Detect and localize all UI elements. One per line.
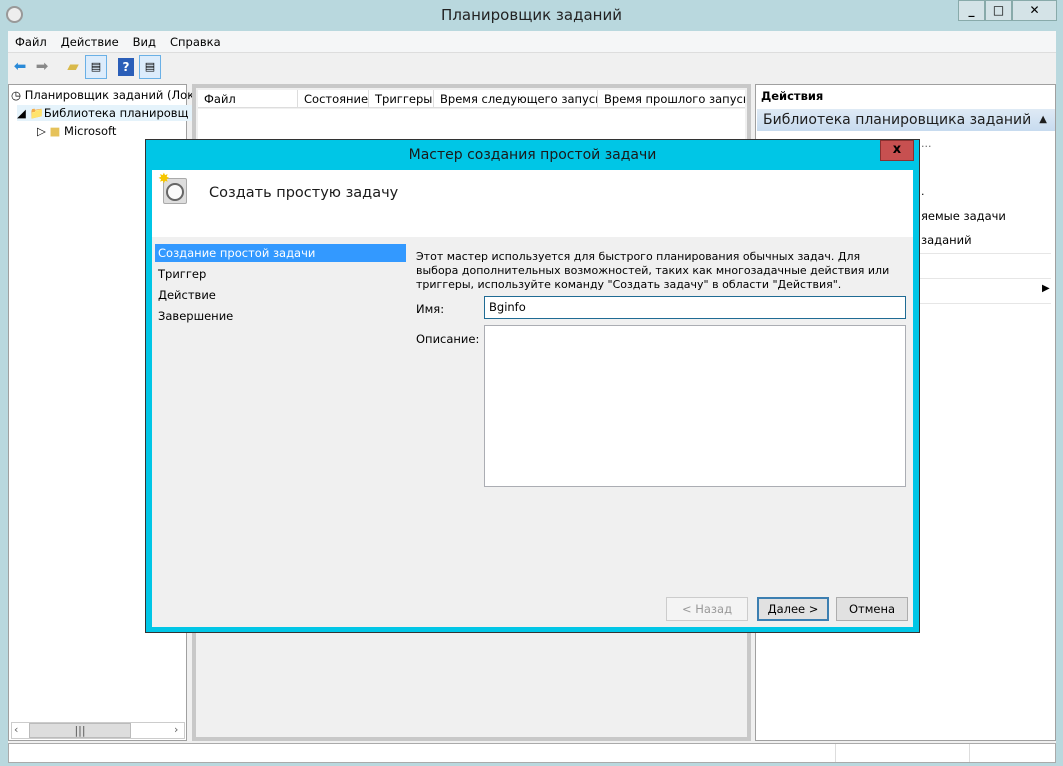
forward-icon[interactable]: ➡: [31, 55, 53, 79]
close-button[interactable]: ✕: [1012, 0, 1057, 21]
name-label: Имя:: [416, 302, 445, 316]
col-last-run[interactable]: Время прошлого запуска: [598, 90, 745, 107]
tree-root[interactable]: ◷ Планировщик заданий (Лок: [11, 87, 194, 103]
scroll-right-icon[interactable]: ›: [174, 723, 178, 736]
menu-view[interactable]: Вид: [126, 31, 163, 53]
dialog-body: ✸ Создать простую задачу Создание просто…: [152, 170, 913, 627]
wizard-description: Этот мастер используется для быстрого пл…: [416, 250, 890, 291]
horizontal-scrollbar[interactable]: ‹ ||| ›: [11, 722, 185, 739]
description-input[interactable]: [484, 325, 906, 487]
up-folder-icon[interactable]: ▰: [62, 55, 84, 79]
column-header: Файл Состояние Триггеры Время следующего за…: [198, 90, 745, 108]
menu-action[interactable]: Действие: [54, 31, 126, 53]
menu-file[interactable]: Файл: [8, 31, 54, 53]
wizard-dialog: Мастер создания простой задачи x ✸ Созда…: [145, 139, 920, 633]
actions-header: Действия: [761, 89, 824, 103]
window-title: Планировщик заданий: [441, 6, 622, 24]
back-button[interactable]: < Назад: [666, 597, 748, 621]
dialog-title: Мастер создания простой задачи: [408, 147, 657, 163]
description-label: Описание:: [416, 332, 480, 346]
menu-bar: Файл Действие Вид Справка: [8, 31, 1056, 53]
col-file[interactable]: Файл: [198, 90, 298, 107]
maximize-button[interactable]: □: [985, 0, 1012, 21]
scroll-thumb[interactable]: |||: [29, 723, 131, 738]
window-title-bar: Планировщик заданий: [0, 0, 1063, 31]
show-hide-action-pane-icon[interactable]: ▤: [139, 55, 161, 79]
col-triggers[interactable]: Триггеры: [369, 90, 434, 107]
dialog-header: ✸ Создать простую задачу: [152, 170, 913, 237]
tree-microsoft[interactable]: ▷ ■ Microsoft: [37, 123, 116, 139]
action-item[interactable]: заданий: [921, 233, 972, 247]
cancel-button[interactable]: Отмена: [836, 597, 908, 621]
submenu-arrow-icon[interactable]: ▶: [1042, 283, 1050, 294]
action-item[interactable]: .: [921, 185, 925, 198]
show-hide-tree-icon[interactable]: ▤: [85, 55, 107, 79]
scroll-left-icon[interactable]: ‹: [14, 723, 18, 736]
action-item[interactable]: ...: [921, 137, 932, 150]
step-action[interactable]: Действие: [155, 286, 405, 304]
step-create[interactable]: Создание простой задачи: [155, 244, 406, 262]
name-input[interactable]: Bginfo: [484, 296, 906, 319]
col-next-run[interactable]: Время следующего запуска: [434, 90, 598, 107]
status-bar: [8, 743, 1056, 763]
dialog-heading: Создать простую задачу: [209, 185, 399, 201]
next-button[interactable]: Далее >: [757, 597, 829, 621]
menu-help[interactable]: Справка: [163, 31, 228, 53]
action-item[interactable]: яемые задачи: [921, 209, 1006, 223]
back-icon[interactable]: ⬅: [9, 55, 31, 79]
col-status[interactable]: Состояние: [298, 90, 369, 107]
help-icon[interactable]: ?: [118, 58, 134, 76]
app-clock-icon: [6, 6, 23, 23]
task-clock-icon: ✸: [158, 171, 187, 204]
actions-section[interactable]: Библиотека планировщика заданий ▲: [757, 109, 1055, 131]
minimize-button[interactable]: _: [958, 0, 985, 21]
step-finish[interactable]: Завершение: [155, 307, 405, 325]
dialog-close-button[interactable]: x: [880, 140, 914, 161]
tree-library[interactable]: ◢ 📁Библиотека планировщ: [17, 105, 199, 121]
step-trigger[interactable]: Триггер: [155, 265, 405, 283]
